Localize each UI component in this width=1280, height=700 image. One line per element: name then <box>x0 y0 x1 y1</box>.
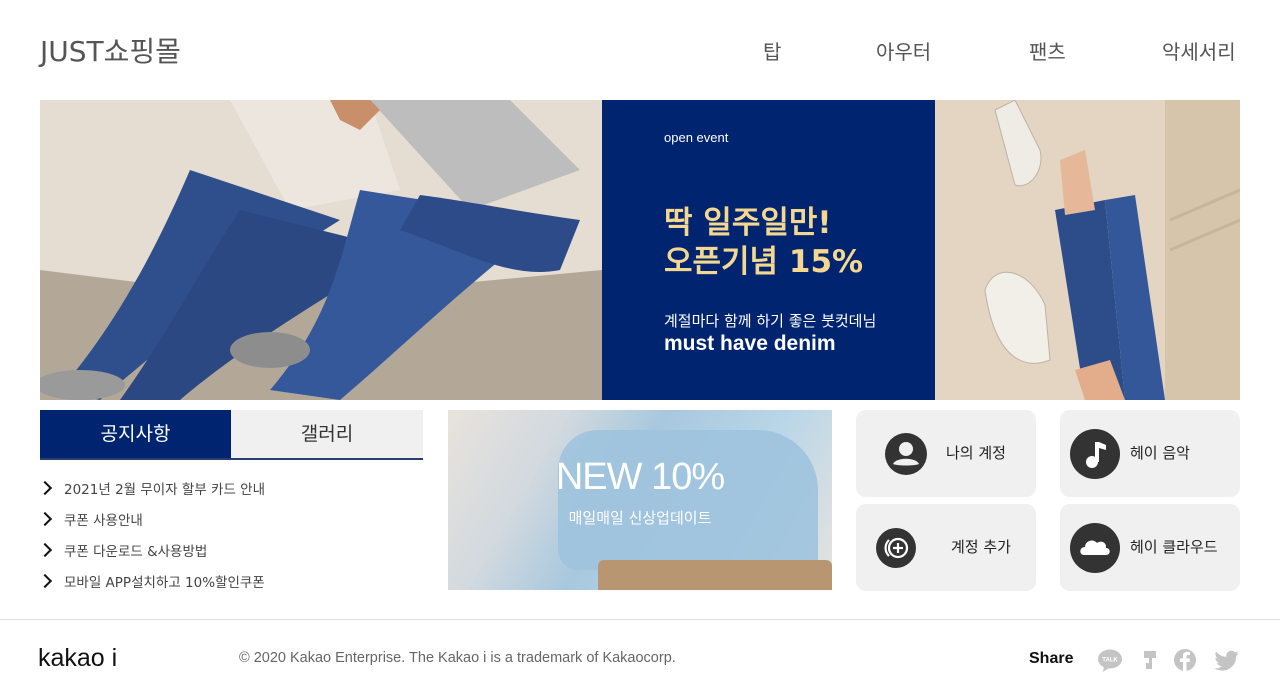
list-item[interactable]: 2021년 2월 무이자 할부 카드 안내 <box>40 472 430 503</box>
notice-list: 2021년 2월 무이자 할부 카드 안내 쿠폰 사용안내 쿠폰 다운로드 &사… <box>40 472 430 596</box>
list-item[interactable]: 모바일 APP설치하고 10%할인쿠폰 <box>40 565 430 596</box>
list-item[interactable]: 쿠폰 다운로드 &사용방법 <box>40 534 430 565</box>
card-label: 헤이 클라우드 <box>1130 538 1218 556</box>
notice-title: 2021년 2월 무이자 할부 카드 안내 <box>64 481 266 498</box>
banner-promo-panel: open event 딱 일주일만! 오픈기념 15% 계절마다 함께 하기 좋… <box>602 100 935 400</box>
my-account-button[interactable]: 나의 계정 <box>856 410 1036 497</box>
promo-shirt-image <box>558 430 818 570</box>
copyright-text: © 2020 Kakao Enterprise. The Kakao i is … <box>239 650 676 666</box>
chevron-right-icon <box>40 480 53 495</box>
talk-icon-text: TALK <box>1102 658 1118 664</box>
notice-title: 쿠폰 다운로드 &사용방법 <box>64 543 208 560</box>
site-logo[interactable]: JUST쇼핑몰 <box>40 30 181 70</box>
user-icon <box>885 433 927 475</box>
notice-tabs: 공지사항 갤러리 <box>40 410 423 460</box>
hey-cloud-button[interactable]: 헤이 클라우드 <box>1060 504 1240 591</box>
event-label: open event <box>664 130 729 145</box>
new-arrivals-promo[interactable]: NEW 10% 매일매일 신상업데이트 <box>448 410 832 590</box>
add-circle-icon <box>876 528 916 568</box>
banner-photo-left <box>40 100 602 400</box>
notice-title: 쿠폰 사용안내 <box>64 512 143 529</box>
main-banner[interactable]: open event 딱 일주일만! 오픈기념 15% 계절마다 함께 하기 좋… <box>40 100 1240 400</box>
card-label: 헤이 음악 <box>1130 444 1190 462</box>
kakao-i-logo: kakao i <box>38 644 118 672</box>
banner-photo-right <box>935 100 1240 400</box>
facebook-icon[interactable] <box>1172 647 1198 673</box>
nav-item-pants[interactable]: 팬츠 <box>1029 36 1066 65</box>
card-label: 나의 계정 <box>946 444 1006 462</box>
chevron-right-icon <box>40 511 53 526</box>
header: JUST쇼핑몰 탑 아우터 팬츠 악세서리 <box>0 0 1280 100</box>
nav-item-accessories[interactable]: 악세서리 <box>1162 36 1236 65</box>
nav-item-top[interactable]: 탑 <box>763 36 781 65</box>
denim-models-image <box>40 100 602 400</box>
banner-subcopy: 계절마다 함께 하기 좋은 붓컷데님 <box>664 312 877 330</box>
hey-music-button[interactable]: 헤이 음악 <box>1060 410 1240 497</box>
banner-headline-line-2: 오픈기념 15% <box>664 244 864 280</box>
list-item[interactable]: 쿠폰 사용안내 <box>40 503 430 534</box>
kakaotalk-icon[interactable]: TALK <box>1097 647 1123 673</box>
chevron-right-icon <box>40 573 53 588</box>
nav-item-outer[interactable]: 아우터 <box>876 36 931 65</box>
promo-pants-image <box>598 560 832 590</box>
promo-title: NEW 10% <box>555 456 725 498</box>
chevron-right-icon <box>40 542 53 557</box>
card-label: 계정 추가 <box>951 538 1011 556</box>
music-note-icon <box>1070 429 1120 479</box>
tab-notice[interactable]: 공지사항 <box>40 410 231 458</box>
cloud-icon <box>1070 523 1120 573</box>
footer: kakao i © 2020 Kakao Enterprise. The Kak… <box>0 619 1280 700</box>
tab-gallery[interactable]: 갤러리 <box>231 410 423 458</box>
twitter-icon[interactable] <box>1215 647 1241 673</box>
share-label: Share <box>1029 650 1074 667</box>
add-account-button[interactable]: 계정 추가 <box>856 504 1036 591</box>
banner-headline: 딱 일주일만! 오픈기념 15% <box>664 204 863 282</box>
sneakers-legs-image <box>935 100 1240 400</box>
promo-subtitle: 매일매일 신상업데이트 <box>568 509 712 527</box>
banner-tagline: must have denim <box>664 332 836 355</box>
kakaostory-icon[interactable] <box>1137 647 1163 673</box>
banner-headline-line-1: 딱 일주일만! <box>664 205 832 241</box>
notice-title: 모바일 APP설치하고 10%할인쿠폰 <box>64 574 265 591</box>
